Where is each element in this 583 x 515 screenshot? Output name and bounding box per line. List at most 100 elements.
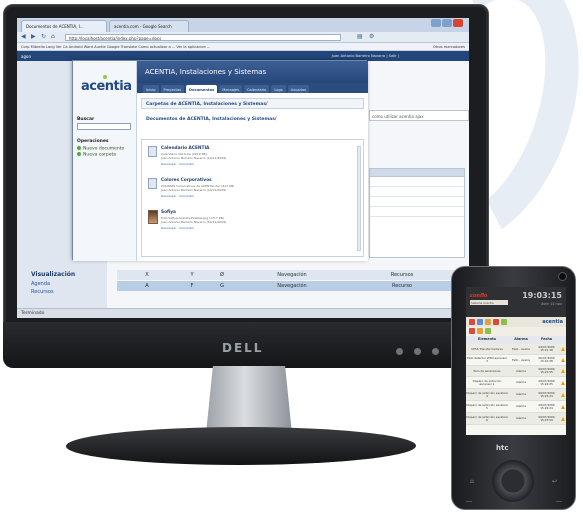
browser-tab[interactable]: acentia.com - Google Search (109, 20, 189, 32)
table-row[interactable]: Disparo de extinción escalera 6 Alarma 06/… (466, 413, 566, 425)
close-window-button[interactable] (453, 19, 463, 27)
tab-inicio[interactable]: Inicio (143, 85, 159, 93)
side-panel-header (370, 169, 464, 177)
tab-documentos[interactable]: Documentos (186, 85, 218, 93)
alarm-date-cell: 06/07/2009 15:24:24 (538, 402, 555, 410)
table-row[interactable]: UPSS Transformadores Fallo - Avería 06/07/… (466, 344, 566, 355)
tab-proyectos[interactable]: Proyectos (160, 85, 185, 93)
address-bar[interactable]: http://localhost/acentia/index.php?page=… (65, 34, 341, 41)
monitor-button[interactable] (396, 348, 403, 355)
warning-triangle-icon (559, 355, 566, 365)
list-icon[interactable] (477, 319, 483, 325)
background-side-panel (369, 168, 465, 258)
tab-mensajes[interactable]: Mensajes (219, 85, 242, 93)
documents-path: Documentos de ACENTIA, Instalaciones y S… (141, 113, 364, 124)
monitor-stand-base (64, 427, 418, 465)
phone-header: conflo Sistema Acentia 19:03:15 dom 14 n… (466, 287, 566, 317)
document-title[interactable]: Sofiya (161, 210, 176, 215)
new-folder-link[interactable]: Nueva carpeta (77, 152, 116, 158)
table-cell: Navegación (277, 283, 307, 289)
back-icon[interactable]: ◀ (21, 33, 26, 40)
browser-tab[interactable]: Documentos de ACENTIA, I... (21, 20, 107, 32)
phone-brand-logo: htc (496, 444, 509, 452)
agenda-link[interactable]: Agenda (31, 281, 50, 287)
stop-icon[interactable] (493, 319, 499, 325)
alarm-element-cell: Disparo de extinción escalera 6 (466, 414, 508, 422)
user-menu[interactable]: Juan Antonio Barreiro Navarro | Salir | (332, 54, 399, 58)
reload-icon[interactable]: ↻ (41, 33, 46, 40)
word-file-icon (148, 178, 157, 189)
warning-icon[interactable] (485, 319, 491, 325)
status-bar: Terminado (17, 308, 469, 318)
table-row[interactable]: Disparo de extinción ascensor 1 Alarma 06/… (466, 377, 566, 389)
tab-calendario[interactable]: Calendario (243, 85, 270, 93)
logo-dot-icon (103, 75, 107, 79)
monitor-power-button[interactable] (432, 348, 439, 355)
document-title[interactable]: Colores Corporativos (161, 178, 212, 183)
alarm-element-cell: Fallo detector WSD ascensor 3 (466, 356, 508, 363)
document-author: Juan Antonio Barreiro Navarro (14/11/200… (161, 188, 227, 192)
back-button-icon[interactable]: ↩ (552, 478, 557, 485)
bookmarks-list[interactable]: Corp Mibrella Lang Ver Ca Android Word A… (21, 45, 210, 49)
end-call-button-icon[interactable]: ― (556, 498, 562, 505)
alarm-icon[interactable] (469, 328, 475, 334)
document-author: Juan Antonio Barreiro Navarro (14/11/200… (161, 220, 227, 224)
alarm-element-cell: UPSS Transformadores (471, 346, 503, 351)
browser-toolbar: ◀ ▶ ↻ ⌂ http://localhost/acentia/index.p… (17, 32, 469, 43)
document-actions[interactable]: Descargar · Comentar (161, 162, 194, 166)
operations-label: Operaciones (77, 139, 109, 144)
home-icon[interactable]: ⌂ (51, 33, 55, 40)
navigation-wheel[interactable] (492, 460, 534, 502)
maximize-button[interactable] (442, 19, 452, 27)
table-row[interactable]: Disparo de extinción escalera 4 Alarma 06/… (466, 389, 566, 401)
alarm-type-cell: Fallo - Avería (512, 357, 530, 362)
table-row[interactable]: Paro de ascensores Alarma 06/07/2009 15:24… (466, 366, 566, 377)
search-input[interactable] (77, 123, 131, 130)
background-table-row[interactable]: A F G Navegación Recurso (117, 281, 459, 291)
alarm-icon[interactable] (469, 319, 475, 325)
side-panel-row (370, 207, 464, 217)
table-row[interactable]: Fallo detector WSD ascensor 3 Fallo - Ave… (466, 355, 566, 366)
ok-icon[interactable] (501, 319, 507, 325)
side-panel-row (370, 177, 464, 187)
recursos-link[interactable]: Recursos (31, 289, 54, 295)
warning-triangle-icon (559, 377, 566, 388)
filter-icon[interactable] (477, 328, 483, 334)
camera-icon (558, 272, 567, 281)
minimize-button[interactable] (431, 19, 441, 27)
new-document-link[interactable]: Nuevo documento (77, 146, 124, 152)
app-header-left: agon (21, 54, 31, 59)
document-title[interactable]: Calendario ACENTIA (161, 146, 209, 151)
page-menu-icon[interactable]: ▤ (357, 33, 363, 40)
phone-date: dom 14 nov (541, 302, 562, 306)
alarm-element-cell: Paro de ascensores (473, 368, 501, 373)
table-cell: A (145, 283, 149, 289)
phone-screen: conflo Sistema Acentia 19:03:15 dom 14 n… (466, 287, 566, 435)
table-header-cell: Recursos (390, 272, 414, 278)
tools-icon[interactable]: ⚙ (369, 33, 374, 40)
column-header: Elemento (478, 337, 496, 342)
tab-logs[interactable]: Logs (271, 85, 286, 93)
alarm-type-cell: Alarma (516, 368, 526, 373)
scene: DELL Documentos de ACENTIA, I... acentia… (0, 0, 583, 515)
alarm-type-cell: Alarma (516, 392, 526, 397)
tab-usuarios[interactable]: Usuarios (287, 85, 310, 93)
documents-window: acentia Buscar Operaciones Nuevo documen… (72, 60, 368, 261)
monitor-button[interactable] (414, 348, 421, 355)
column-header: Fecha (540, 337, 553, 342)
folders-path[interactable]: Carpetas de ACENTIA, Instalaciones y Sis… (141, 98, 364, 109)
side-panel-row (370, 187, 464, 197)
visualizacion-heading: Visualización (31, 271, 76, 278)
home-button-icon[interactable]: ⌂ (470, 478, 474, 485)
browser-tab-strip: Documentos de ACENTIA, I... acentia.com … (17, 18, 469, 32)
documents-scrollbar[interactable] (357, 146, 361, 251)
other-bookmarks[interactable]: Otros marcadores (433, 45, 465, 49)
refresh-icon[interactable] (485, 328, 491, 334)
phone-clock: 19:03:15 (522, 291, 562, 300)
table-row[interactable]: Disparo de extinción escalera 5 Alarma 06/… (466, 401, 566, 413)
forward-icon[interactable]: ▶ (31, 33, 36, 40)
document-actions[interactable]: Descargar · Comentar (161, 226, 194, 230)
phone-brand-label: acentia (542, 319, 563, 325)
call-button-icon[interactable]: ― (466, 498, 472, 505)
document-actions[interactable]: Descargar · Comentar (161, 194, 194, 198)
